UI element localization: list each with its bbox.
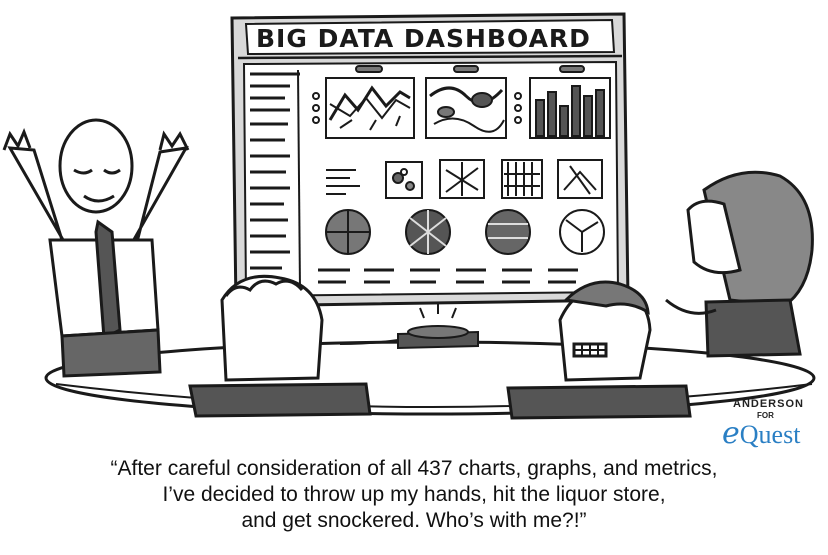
caption-line-2: I’ve decided to throw up my hands, hit t… bbox=[162, 483, 666, 506]
cartoon-caption: “After careful consideration of all 437 … bbox=[0, 456, 828, 534]
svg-text:eQuest: eQuest bbox=[722, 416, 801, 450]
artist-signature: ANDERSON FOR bbox=[733, 398, 804, 420]
man-arms-raised bbox=[2, 118, 190, 378]
cartoon-illustration: BIG DATA DASHBOARD ANDERSON FOR eQuest bbox=[2, 12, 816, 450]
conference-table bbox=[44, 340, 816, 416]
dashboard-board: BIG DATA DASHBOARD bbox=[230, 12, 630, 308]
dashboard-title: BIG DATA DASHBOARD bbox=[256, 24, 591, 53]
woman-right bbox=[665, 170, 814, 358]
signature-for: FOR bbox=[757, 411, 774, 420]
equest-logo-prefix: e bbox=[722, 416, 740, 450]
equest-logo-rest: Quest bbox=[740, 420, 801, 449]
caption-line-3: and get snockered. Who’s with me?!” bbox=[241, 509, 587, 532]
artist-name: ANDERSON bbox=[733, 398, 804, 410]
equest-logo: eQuest bbox=[722, 416, 801, 450]
caption-line-1: “After careful consideration of all 437 … bbox=[110, 457, 718, 480]
